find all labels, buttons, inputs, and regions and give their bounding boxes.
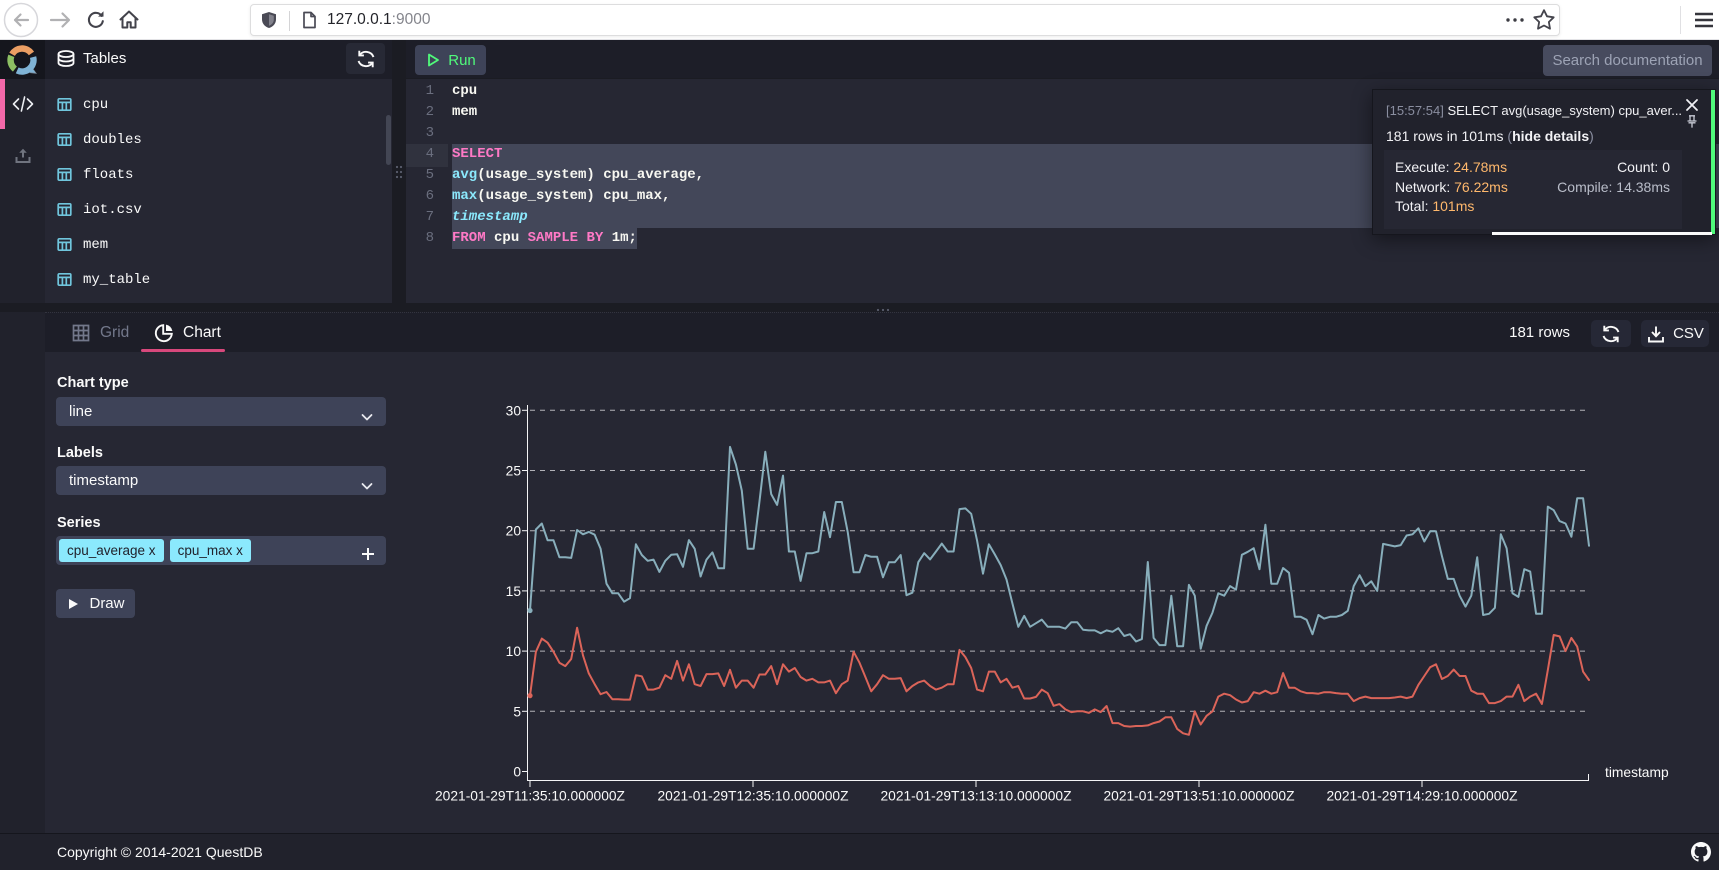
svg-text:2021-01-29T11:35:10.000000Z: 2021-01-29T11:35:10.000000Z bbox=[435, 789, 625, 804]
svg-text:timestamp: timestamp bbox=[1605, 765, 1669, 780]
svg-text:0: 0 bbox=[513, 765, 521, 780]
svg-text:10: 10 bbox=[506, 644, 522, 659]
svg-text:2021-01-29T14:29:10.000000Z: 2021-01-29T14:29:10.000000Z bbox=[1326, 789, 1517, 804]
svg-text:5: 5 bbox=[513, 704, 521, 719]
svg-text:2021-01-29T12:35:10.000000Z: 2021-01-29T12:35:10.000000Z bbox=[657, 789, 848, 804]
svg-text:15: 15 bbox=[506, 584, 522, 599]
svg-text:30: 30 bbox=[506, 403, 522, 418]
svg-text:2021-01-29T13:13:10.000000Z: 2021-01-29T13:13:10.000000Z bbox=[880, 789, 1071, 804]
svg-text:20: 20 bbox=[506, 524, 522, 539]
svg-text:25: 25 bbox=[506, 464, 522, 479]
svg-text:2021-01-29T13:51:10.000000Z: 2021-01-29T13:51:10.000000Z bbox=[1103, 789, 1294, 804]
